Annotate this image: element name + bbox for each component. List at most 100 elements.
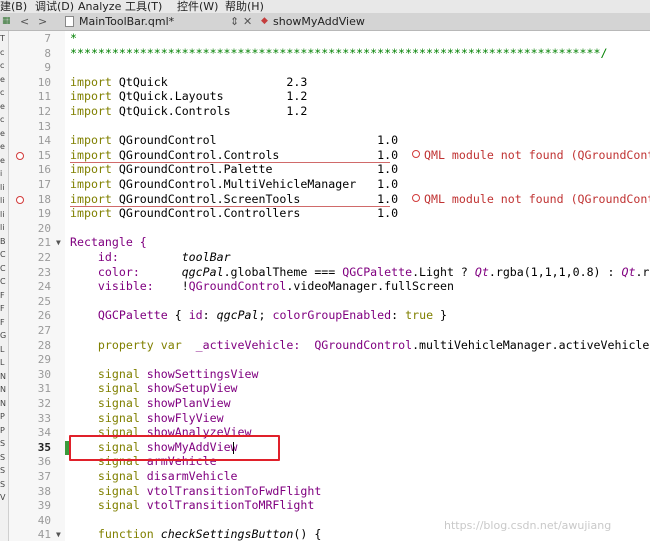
code-line[interactable]: Rectangle {: [70, 235, 147, 249]
line-number: 35: [37, 440, 51, 454]
error-message: QML module not found (QGroundCont: [412, 148, 650, 162]
sidebar-item-char: c: [0, 61, 5, 70]
sidebar-item-char: F: [0, 304, 5, 313]
menu-help[interactable]: 帮助(H): [225, 0, 264, 13]
sidebar-item-char: S: [0, 479, 6, 489]
watermark: https://blog.csdn.net/awujiang: [444, 519, 612, 532]
line-number: 28: [37, 338, 51, 352]
line-number: 9: [44, 61, 51, 75]
line-number: 41: [37, 528, 51, 541]
property-value-token: .globalTheme ===: [223, 264, 343, 279]
code-line[interactable]: *: [70, 31, 77, 45]
code-line[interactable]: signal showSettingsView: [70, 366, 259, 381]
code-line[interactable]: import QGroundControl.ScreenTools 1.0: [70, 192, 398, 206]
error-marker-icon: [16, 151, 24, 160]
sidebar-item-char: S: [0, 466, 6, 475]
line-number: 11: [37, 90, 51, 104]
code-line[interactable]: property var _activeVehicle: QGroundCont…: [70, 338, 649, 352]
module-version: 1.0: [377, 177, 399, 191]
keyword-import: import: [70, 177, 112, 191]
sidebar-item-char: P: [0, 425, 5, 435]
sidebar-item-char: e: [0, 128, 5, 138]
menu-controls[interactable]: 控件(W): [177, 0, 218, 13]
sidebar-item-char: P: [0, 412, 5, 421]
code-line[interactable]: signal showSetupView: [70, 381, 238, 395]
split-icon[interactable]: ▦: [2, 13, 11, 30]
property-name: colorGroupEnabled: [272, 308, 392, 323]
sidebar-item-char: li: [0, 223, 5, 232]
code-line[interactable]: import QtQuick.Controls 1.2: [70, 104, 307, 118]
file-dropdown-icon[interactable]: ⇕: [230, 13, 239, 30]
sidebar-item-char: c: [0, 88, 5, 97]
line-number: 8: [44, 46, 51, 60]
signal-name: vtolTransitionToMRFlight: [139, 498, 315, 513]
menu-debug[interactable]: 调试(D): [35, 0, 74, 13]
sidebar-item-char: L: [0, 358, 5, 367]
sidebar-item-char: N: [0, 398, 6, 408]
error-icon: [412, 193, 420, 202]
keyword-signal: signal: [97, 366, 140, 381]
code-line[interactable]: id: toolBar: [70, 250, 231, 264]
property-name: visible:: [97, 279, 182, 294]
keyword-property: property var: [97, 337, 182, 352]
code-line[interactable]: signal disarmVehicle: [70, 469, 238, 483]
code-line[interactable]: import QGroundControl.Controls 1.0: [70, 148, 398, 162]
code-line[interactable]: signal vtolTransitionToFwdFlight: [70, 484, 321, 498]
sidebar-item-char: C: [0, 250, 6, 259]
menu-analyze[interactable]: Analyze: [78, 0, 121, 13]
nav-forward-button[interactable]: >: [38, 13, 47, 30]
colon: :: [391, 308, 406, 323]
line-number: 31: [37, 382, 51, 396]
module-version: 1.0: [377, 206, 399, 221]
code-line[interactable]: import QGroundControl 1.0: [70, 133, 398, 147]
brace: {: [167, 308, 189, 323]
keyword-import: import: [70, 191, 112, 206]
code-line[interactable]: signal showFlyView: [70, 411, 224, 425]
code-line[interactable]: import QtQuick 2.3: [70, 75, 307, 89]
function-icon: ◆: [261, 16, 268, 26]
keyword-signal: signal: [97, 410, 140, 425]
signal-name: showPlanView: [139, 396, 231, 410]
code-line[interactable]: import QGroundControl.MultiVehicleManage…: [70, 177, 398, 191]
function-selector[interactable]: showMyAddView: [273, 13, 365, 30]
line-number: 14: [37, 134, 51, 148]
highlight-box: [69, 435, 280, 461]
sidebar-item-char: c: [0, 115, 5, 124]
code-line[interactable]: function checkSettingsButton() {: [70, 527, 321, 541]
module-version: 1.0: [377, 147, 399, 162]
property-value-token: Qt: [621, 264, 636, 279]
code-line[interactable]: signal vtolTransitionToMRFlight: [70, 498, 314, 512]
line-number: 27: [37, 324, 51, 337]
menu-build[interactable]: 建(B): [0, 0, 27, 13]
keyword-signal: signal: [97, 469, 140, 483]
nav-back-button[interactable]: <: [20, 13, 29, 30]
property-value-token: .rgba(1,1,1,0.8) :: [488, 264, 622, 279]
error-text: QML module not found (QGroundCont: [424, 147, 650, 162]
code-line[interactable]: signal showPlanView: [70, 396, 231, 410]
line-number: 26: [37, 309, 51, 323]
property-value-token: .Light ?: [412, 264, 475, 279]
code-line[interactable]: QGCPalette { id: qgcPal; colorGroupEnabl…: [70, 308, 447, 322]
sidebar-item-char: V: [0, 493, 6, 502]
file-tab[interactable]: MainToolBar.qml*: [79, 13, 174, 30]
code-line[interactable]: color: qgcPal.globalTheme === QGCPalette…: [70, 265, 650, 279]
property-value: .videoManager.fullScreen: [286, 279, 454, 294]
code-line[interactable]: visible: !QGroundControl.videoManager.fu…: [70, 279, 454, 293]
property-name: _activeVehicle:: [195, 337, 301, 352]
code-line[interactable]: import QGroundControl.Controllers 1.0: [70, 206, 398, 220]
sidebar-item-char: T: [0, 34, 5, 43]
brace: () {: [293, 527, 322, 541]
code-line[interactable]: import QtQuick.Layouts 1.2: [70, 89, 307, 103]
module-version: 1.0: [377, 191, 399, 206]
menu-tools[interactable]: 工具(T): [125, 0, 162, 13]
text-cursor: [233, 442, 234, 454]
code-line[interactable]: import QGroundControl.Palette 1.0: [70, 162, 398, 176]
module-name: QGroundControl.Controls: [111, 147, 378, 162]
error-text: QML module not found (QGroundCont: [424, 191, 650, 206]
close-icon[interactable]: ✕: [243, 13, 252, 30]
code-line[interactable]: ****************************************…: [70, 46, 607, 60]
